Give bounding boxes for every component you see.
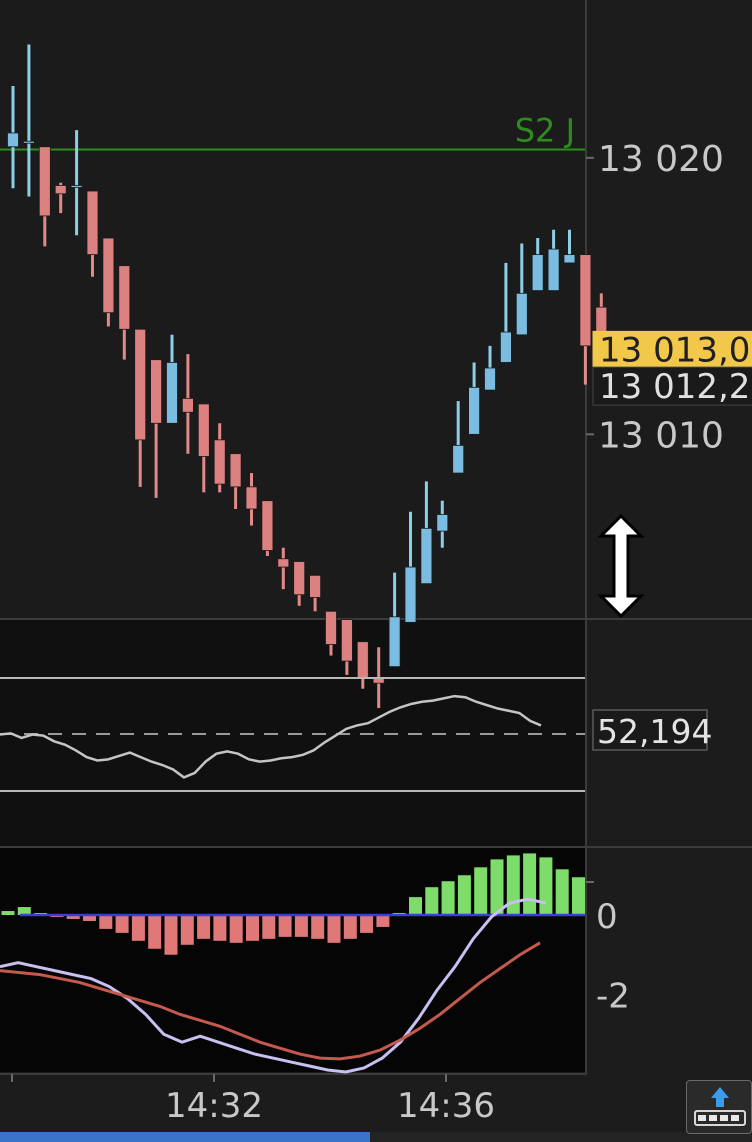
candle-body <box>86 190 99 256</box>
chart-window: { "chart_data": [ { "type": "candlestick… <box>0 0 752 1142</box>
resize-cursor-icon <box>597 513 645 619</box>
candle-body <box>261 500 274 551</box>
macd-histogram-bar <box>262 915 276 939</box>
active-tab-indicator <box>0 1132 370 1142</box>
macd-histogram-bar <box>197 915 211 939</box>
macd-histogram-bar <box>425 887 439 915</box>
macd-histogram-bar <box>115 915 129 933</box>
macd-tick-label: 0 <box>596 897 618 937</box>
candle-body <box>102 237 115 314</box>
macd-histogram-bar <box>555 869 569 915</box>
macd-histogram-bar <box>376 915 390 927</box>
macd-histogram-bar <box>360 915 374 933</box>
candle-body <box>547 248 560 291</box>
macd-histogram-bar <box>131 915 145 941</box>
candle-body <box>404 566 417 623</box>
macd-tick-label: -2 <box>596 976 630 1016</box>
candle-body <box>166 362 178 424</box>
candle-body <box>181 397 194 413</box>
candle-body <box>213 439 226 485</box>
macd-histogram-bar <box>294 915 308 937</box>
price-tag-label: 13 012,25 <box>599 367 752 407</box>
macd-histogram-bar <box>1 911 15 915</box>
candle-body <box>229 453 242 488</box>
price-tick-label: 13 020 <box>598 139 724 180</box>
oscillator-value-label: 52,194 <box>597 712 712 751</box>
macd-histogram-bar <box>474 867 488 915</box>
macd-histogram-bar <box>327 915 341 943</box>
macd-histogram-bar <box>213 915 227 941</box>
time-tick-label: 14:36 <box>397 1086 495 1126</box>
candle-body <box>436 514 449 532</box>
macd-histogram-bar <box>572 877 585 915</box>
macd-histogram-bar <box>441 881 455 915</box>
candle-body <box>70 185 83 188</box>
candle-body <box>325 610 337 645</box>
candle-body <box>484 367 496 391</box>
macd-histogram-bar <box>539 857 553 915</box>
candle-body <box>118 265 131 330</box>
upload-arrow-icon <box>694 1087 746 1126</box>
reference-line-label: S2 J <box>515 112 575 150</box>
candle-body <box>452 444 465 474</box>
macd-histogram-bar <box>148 915 162 949</box>
macd-histogram-bar <box>523 853 537 915</box>
macd-histogram-bar <box>343 915 357 939</box>
candle-body <box>38 146 51 217</box>
resize-cursor-shape <box>597 513 645 619</box>
macd-histogram-bar <box>506 855 520 915</box>
chart-canvas: S2 J 13 020 13 010 13 013,0013 012,25 52,194… <box>0 0 752 1126</box>
candle-body <box>579 254 592 347</box>
macd-histogram-bar <box>278 915 292 937</box>
macd-histogram-bar <box>164 915 178 955</box>
price-panel-bg <box>0 0 585 618</box>
candle-body <box>388 616 401 668</box>
bottom-tab-strip <box>0 1132 752 1142</box>
candle-body <box>531 254 544 291</box>
candle-body <box>309 574 322 598</box>
macd-histogram-bar <box>457 875 471 915</box>
candle-body <box>293 561 306 596</box>
candle-body <box>468 386 481 435</box>
price-tick-label: 13 010 <box>598 415 724 456</box>
candle-body <box>134 328 147 441</box>
macd-histogram-bar <box>180 915 194 945</box>
candle-body <box>7 132 19 148</box>
candle-body <box>22 140 35 144</box>
macd-histogram-bar <box>490 859 504 915</box>
candle-body <box>340 619 353 662</box>
candle-body <box>563 254 576 264</box>
candle-body <box>245 486 258 510</box>
candle-body <box>150 359 163 424</box>
candle-body <box>277 558 290 568</box>
candle-body <box>356 641 369 679</box>
price-tag-label: 13 013,00 <box>599 330 752 370</box>
candle-body <box>54 185 67 195</box>
candle-body <box>197 403 210 457</box>
navigator-button[interactable] <box>686 1080 752 1134</box>
macd-histogram-bar <box>311 915 325 939</box>
macd-histogram-bar <box>246 915 259 941</box>
macd-histogram-bar <box>229 915 243 943</box>
time-tick-label: 14:32 <box>165 1086 263 1126</box>
macd-histogram-bar <box>99 915 113 929</box>
candle-body <box>515 292 528 336</box>
macd-histogram-bar <box>409 897 422 915</box>
candle-body <box>499 331 512 363</box>
candle-body <box>420 527 433 585</box>
